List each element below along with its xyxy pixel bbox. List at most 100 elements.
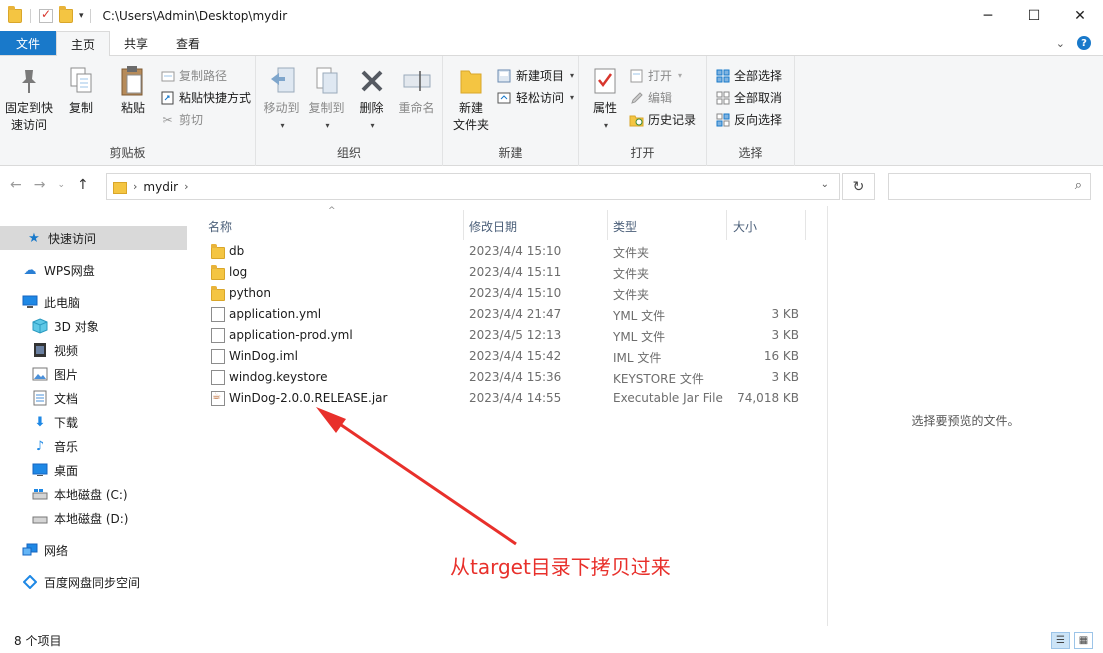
column-divider[interactable] [463,210,464,240]
sidebar-item-drive-d[interactable]: 本地磁盘 (D:) [0,506,187,530]
file-size: 74,018 KB [737,391,799,405]
folder-icon [113,181,127,194]
sidebar-item-wps-cloud[interactable]: ☁ WPS网盘 [0,258,187,282]
new-folder-icon [456,64,486,98]
back-arrow-icon[interactable]: ← [10,177,22,193]
help-icon[interactable]: ? [1077,36,1091,50]
copy-to-icon [312,64,342,98]
new-item-button[interactable]: 新建项目 ▾ [497,66,574,85]
breadcrumb-separator-icon[interactable]: › [184,180,188,193]
sidebar-item-downloads[interactable]: ⬇ 下载 [0,410,187,434]
table-row[interactable]: windog.keystore 2023/4/4 15:36 KEYSTORE … [205,367,805,388]
recent-locations-icon[interactable]: ⌄ [57,180,65,193]
edit-button[interactable]: 编辑 [629,88,696,107]
column-divider[interactable] [607,210,608,240]
tab-view[interactable]: 查看 [162,31,214,55]
column-header-date[interactable]: 修改日期 [469,212,517,240]
table-row[interactable]: python 2023/4/4 15:10 文件夹 [205,283,805,304]
file-type: YML 文件 [613,330,666,344]
separator [89,8,91,23]
breadcrumb-mydir[interactable]: mydir [143,180,178,194]
properties-icon[interactable] [39,7,53,23]
column-divider[interactable] [726,210,727,240]
invert-selection-button[interactable]: 反向选择 [715,110,782,129]
table-row[interactable]: WinDog-2.0.0.RELEASE.jar 2023/4/4 14:55 … [205,388,805,409]
new-folder-label: 新建 文件夹 [452,101,489,132]
sidebar-item-videos[interactable]: 视频 [0,338,187,362]
star-icon: ★ [28,230,40,246]
table-row[interactable]: application.yml 2023/4/4 21:47 YML 文件 3 … [205,304,805,325]
group-label-new: 新建 [498,146,523,160]
details-view-button[interactable]: ☰ [1051,632,1070,649]
sidebar-item-label: 本地磁盘 (C:) [54,487,128,502]
nav-arrows: ← → ⌄ ↑ [10,177,89,193]
file-date: 2023/4/4 15:10 [469,286,562,300]
refresh-icon: ↻ [852,178,865,195]
paste-shortcut-button[interactable]: 粘贴快捷方式 [160,88,251,107]
breadcrumb-separator-icon[interactable]: › [133,180,137,193]
copy-label: 复制 [68,101,93,115]
table-row[interactable]: WinDog.iml 2023/4/4 15:42 IML 文件 16 KB [205,346,805,367]
drive-icon [32,510,48,526]
up-arrow-icon[interactable]: ↑ [77,177,89,193]
copy-icon [66,64,96,98]
group-new: 新建 文件夹 新建项目 ▾ 轻松访问 ▾ 新建 [443,56,579,166]
cut-button[interactable]: ✂ 剪切 [160,110,251,129]
sidebar-item-music[interactable]: ♪ 音乐 [0,434,187,458]
close-button[interactable]: ✕ [1057,0,1103,31]
sidebar-item-network[interactable]: 网络 [0,538,187,562]
history-icon [629,112,644,127]
tab-home[interactable]: 主页 [56,31,111,56]
address-dropdown-icon[interactable]: ⌄ [821,179,829,190]
refresh-button[interactable]: ↻ [842,173,875,200]
chevron-down-icon: ▾ [325,121,330,130]
sidebar-item-baidu-sync[interactable]: 百度网盘同步空间 [0,570,187,594]
tab-file[interactable]: 文件 [0,31,57,55]
tab-share[interactable]: 共享 [110,31,162,55]
sidebar-item-label: 快速访问 [48,231,97,246]
forward-arrow-icon[interactable]: → [34,177,46,193]
sidebar-item-pictures[interactable]: 图片 [0,362,187,386]
sidebar-item-label: 音乐 [54,439,79,454]
table-row[interactable]: db 2023/4/4 15:10 文件夹 [205,241,805,262]
file-size: 3 KB [771,370,799,384]
column-header-size[interactable]: 大小 [733,212,757,240]
sidebar-item-quick-access[interactable]: ★ 快速访问 [0,226,187,250]
large-icons-view-button[interactable]: ▦ [1074,632,1093,649]
sidebar-item-label: 图片 [54,367,79,382]
select-all-button[interactable]: 全部选择 [715,66,782,85]
properties-icon [590,64,620,98]
sidebar-item-3d-objects[interactable]: 3D 对象 [0,314,187,338]
table-row[interactable]: log 2023/4/4 15:11 文件夹 [205,262,805,283]
sidebar-item-this-pc[interactable]: 此电脑 [0,290,187,314]
delete-label: 删除 [359,101,384,115]
column-header-type[interactable]: 类型 [613,212,637,240]
address-bar[interactable]: › mydir › ⌄ [106,173,840,200]
search-input[interactable]: ⌕ [888,173,1091,200]
customize-toolbar-icon[interactable]: ▾ [79,11,84,21]
sidebar-item-documents[interactable]: 文档 [0,386,187,410]
music-icon: ♪ [35,438,45,454]
select-none-button[interactable]: 全部取消 [715,88,782,107]
file-icon [211,307,225,322]
maximize-button[interactable]: ☐ [1011,0,1057,31]
history-button[interactable]: 历史记录 [629,110,696,129]
open-button[interactable]: 打开 ▾ [629,66,696,85]
sidebar-item-desktop[interactable]: 桌面 [0,458,187,482]
sidebar-item-drive-c[interactable]: 本地磁盘 (C:) [0,482,187,506]
file-size: 16 KB [763,349,799,363]
table-row[interactable]: application-prod.yml 2023/4/5 12:13 YML … [205,325,805,346]
copy-path-button[interactable]: 复制路径 [160,66,251,85]
chevron-down-icon[interactable]: ⌄ [1056,37,1065,50]
minimize-button[interactable]: ─ [965,0,1011,31]
file-type: YML 文件 [613,309,666,323]
document-icon [32,390,48,406]
column-divider[interactable] [805,210,806,240]
folder-icon [8,5,22,23]
column-header-name[interactable]: 名称 [208,212,232,240]
paste-label: 粘贴 [120,101,145,115]
easy-access-button[interactable]: 轻松访问 ▾ [497,88,574,107]
new-folder-icon[interactable] [59,5,73,23]
file-date: 2023/4/4 15:11 [469,265,562,279]
select-all-label: 全部选择 [734,69,783,83]
